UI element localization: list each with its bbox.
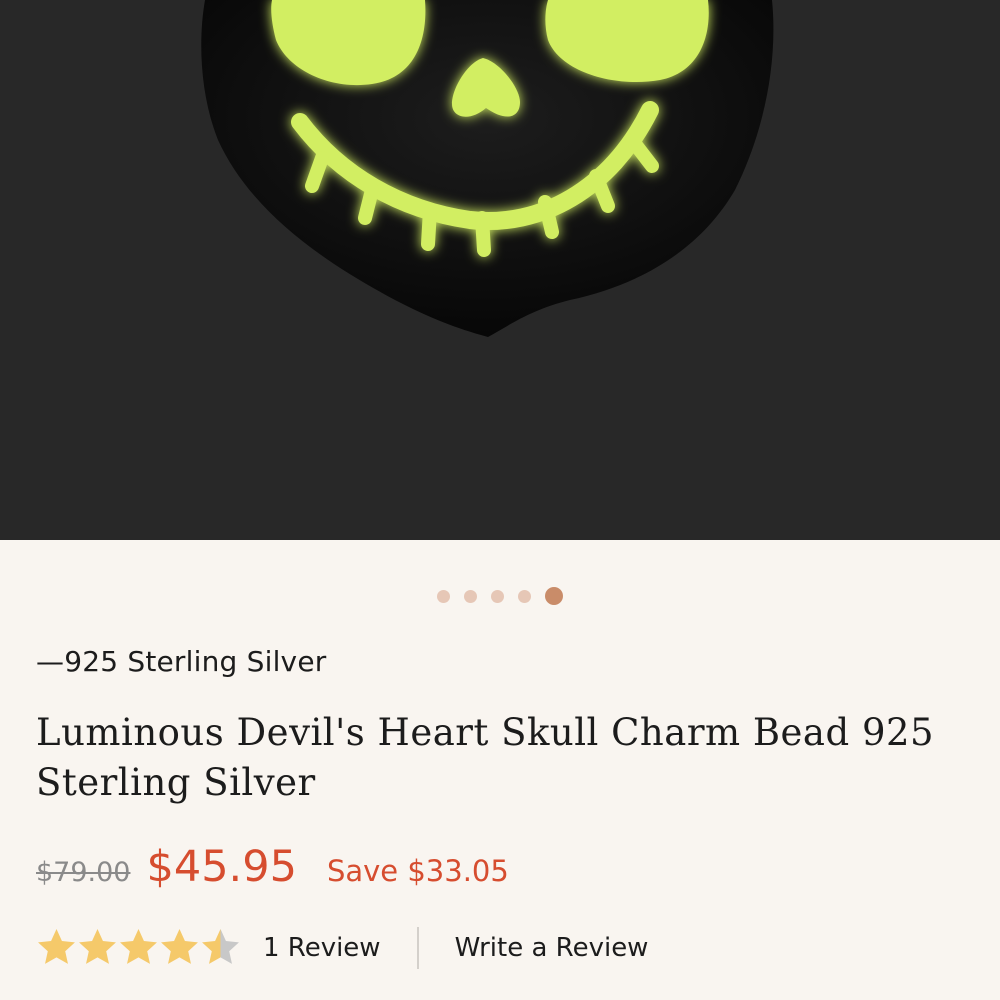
product-title: Luminous Devil's Heart Skull Charm Bead …	[36, 711, 935, 804]
material-label: —925 Sterling Silver	[36, 645, 327, 678]
gallery-dot[interactable]	[464, 589, 477, 603]
star-icon	[38, 929, 75, 964]
gallery-dot[interactable]	[491, 589, 504, 603]
original-price: $79.00	[36, 857, 131, 888]
gallery-dot[interactable]	[545, 587, 563, 605]
divider	[416, 926, 419, 969]
gallery-pagination	[0, 587, 1000, 605]
product-info: —925 Sterling Silver Luminous Devil's He…	[0, 540, 1000, 1000]
star-icon	[202, 929, 239, 964]
gallery-dot[interactable]	[437, 589, 450, 603]
savings-label: Save $33.05	[326, 854, 509, 888]
star-rating[interactable]	[36, 927, 241, 968]
star-icon	[161, 929, 198, 964]
sale-price: $45.95	[146, 842, 297, 892]
skull-charm-image	[201, 0, 774, 337]
gallery-dot[interactable]	[518, 589, 531, 603]
price-row: $79.00 $45.95 Save $33.05	[36, 842, 509, 892]
write-review-link[interactable]: Write a Review	[455, 933, 649, 963]
rating-row: 1 Review Write a Review	[36, 925, 648, 970]
review-count-link[interactable]: 1 Review	[263, 933, 381, 963]
star-icon	[79, 929, 116, 964]
product-image[interactable]	[0, 0, 1000, 540]
star-icon	[120, 929, 157, 964]
